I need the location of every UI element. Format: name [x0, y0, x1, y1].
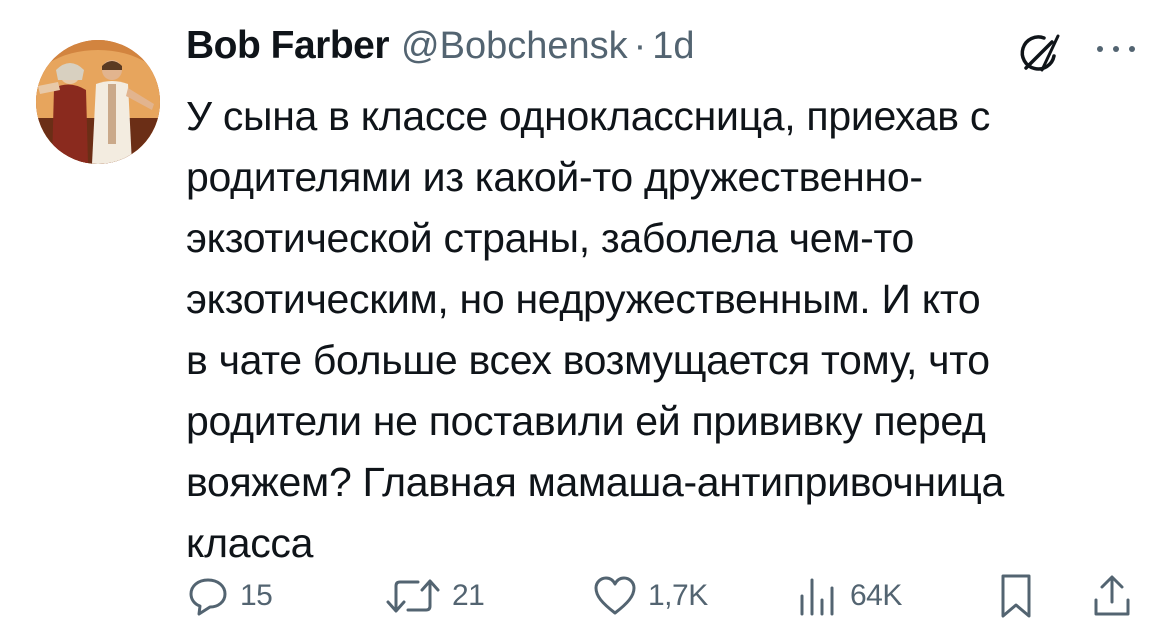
reply-count: 15	[240, 579, 273, 612]
repost-button[interactable]: 21	[384, 570, 485, 622]
tweet-line: вояжем? Главная мамаша-антипривочница	[186, 459, 1005, 505]
share-icon	[1094, 575, 1130, 616]
tweet-text: У сына в классе одноклассница, приехав с…	[186, 86, 1146, 574]
share-button[interactable]	[1090, 570, 1134, 622]
tweet-line: родителями из какой-то дружественно-	[186, 154, 923, 200]
tweet-line: в чате больше всех возмущается тому, что	[186, 337, 990, 383]
tweet-card[interactable]: Bob Farber @Bobchensk · 1d У сына в клас…	[0, 0, 1170, 639]
views-count: 64K	[850, 579, 902, 612]
grok-icon[interactable]	[1014, 30, 1062, 78]
avatar[interactable]	[36, 40, 160, 164]
timestamp[interactable]: 1d	[652, 25, 694, 68]
tweet-line: класса	[186, 520, 314, 566]
heart-icon	[594, 576, 636, 615]
tweet-header: Bob Farber @Bobchensk · 1d	[186, 24, 695, 74]
more-icon[interactable]	[1094, 42, 1138, 56]
bookmark-button[interactable]	[996, 570, 1036, 622]
separator-dot: ·	[633, 25, 647, 67]
action-bar: 15 21 1,7K 64K	[0, 570, 1170, 622]
views-icon	[800, 578, 834, 616]
tweet-line: родители не поставили ей прививку перед	[186, 398, 986, 444]
like-button[interactable]: 1,7K	[592, 570, 708, 622]
author-handle[interactable]: @Bobchensk	[401, 25, 628, 68]
tweet-line: У сына в классе одноклассница, приехав с	[186, 93, 991, 139]
reply-icon	[189, 578, 227, 616]
bookmark-icon	[1001, 574, 1031, 618]
views-button[interactable]: 64K	[794, 570, 902, 622]
tweet-line: экзотической страны, заболела чем-то	[186, 215, 914, 261]
reply-button[interactable]: 15	[186, 570, 273, 622]
repost-count: 21	[452, 579, 485, 612]
repost-icon	[386, 579, 440, 613]
author-name[interactable]: Bob Farber	[186, 24, 390, 68]
tweet-line: экзотическим, но недружественным. И кто	[186, 276, 981, 322]
like-count: 1,7K	[648, 579, 708, 612]
